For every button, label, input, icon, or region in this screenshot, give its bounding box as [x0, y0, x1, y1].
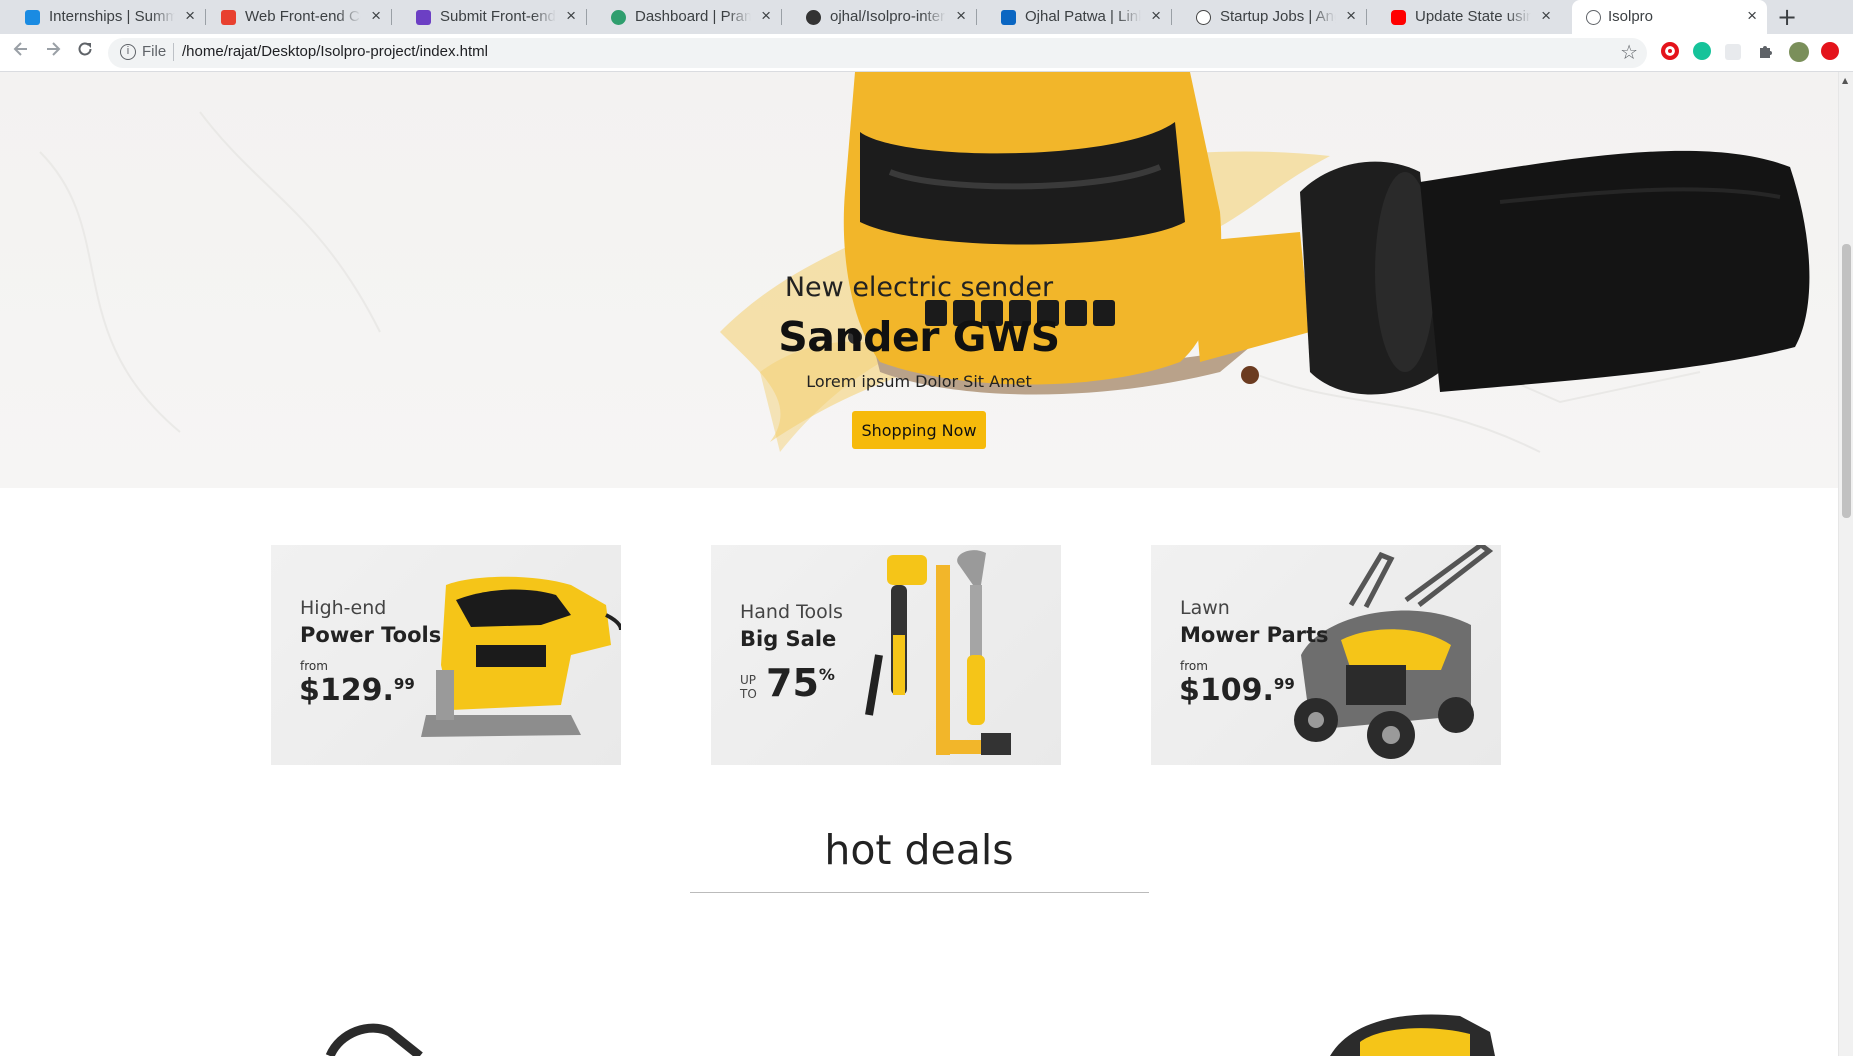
tab-close-icon[interactable]: ×: [371, 6, 381, 26]
tab-favicon-icon: [1391, 10, 1406, 25]
promo-price: $109.99: [1179, 673, 1295, 708]
url-scheme-label: File: [142, 43, 167, 60]
tab-favicon-icon: [611, 10, 626, 25]
promo-price-main: $109.: [1179, 673, 1274, 708]
scroll-up-arrow-icon[interactable]: ▲: [1842, 76, 1848, 85]
tab-favicon-icon: [416, 10, 431, 25]
promo-price-cents: 99: [1273, 675, 1295, 693]
extension-placeholder-icon[interactable]: [1725, 44, 1741, 60]
hero-description: Lorem ipsum Dolor Sit Amet: [806, 372, 1032, 391]
promo-bold-text: Big Sale: [740, 627, 837, 651]
promo-bold-text: Mower Parts: [1180, 623, 1329, 647]
promo-bold-text: Power Tools: [300, 623, 442, 647]
promo-price-main: $129.: [299, 673, 394, 708]
tab-close-icon[interactable]: ×: [956, 6, 966, 26]
promo-card-power-tools[interactable]: High-end Power Tools from $129.99: [271, 545, 621, 765]
info-icon[interactable]: i: [120, 44, 136, 60]
scrollbar-thumb[interactable]: [1842, 244, 1851, 518]
promo-light-text: High-end: [300, 597, 387, 619]
tab-favicon-icon: [1001, 10, 1016, 25]
tab-title: Update State using: [1415, 8, 1531, 25]
tab-title: Isolpro: [1608, 8, 1737, 25]
promo-price-cents: 99: [393, 675, 415, 693]
tab-close-icon[interactable]: ×: [1747, 6, 1757, 26]
tab-title: Submit Front-end C: [440, 8, 556, 25]
tab-youtube[interactable]: Update State using ×: [1366, 0, 1561, 34]
section-divider: [690, 892, 1149, 893]
tab-pramp-dashboard[interactable]: Dashboard | Pramp ×: [586, 0, 782, 34]
address-bar[interactable]: i File /home/rajat/Desktop/Isolpro-proje…: [108, 38, 1647, 68]
promo-light-text: Lawn: [1180, 597, 1230, 619]
url-text[interactable]: /home/rajat/Desktop/Isolpro-project/inde…: [182, 43, 488, 60]
hero-title: Sander GWS: [778, 313, 1060, 361]
globe-icon: [1586, 10, 1601, 25]
tab-internships[interactable]: Internships | Summ ×: [0, 0, 206, 34]
tab-title: ojhal/Isolpro-interr: [830, 8, 946, 25]
tab-title: Dashboard | Pramp: [635, 8, 751, 25]
tab-title: Startup Jobs | Ang: [1220, 8, 1336, 25]
promo-up-text: UP: [740, 673, 757, 687]
tab-submit-frontend[interactable]: Submit Front-end C ×: [391, 0, 587, 34]
tab-close-icon[interactable]: ×: [1541, 6, 1551, 26]
tab-title: Internships | Summ: [49, 8, 175, 25]
page-viewport: New electric sender Sander GWS Lorem ips…: [0, 72, 1838, 1056]
tab-startup-jobs[interactable]: Startup Jobs | Ang ×: [1171, 0, 1367, 34]
tab-close-icon[interactable]: ×: [566, 6, 576, 26]
promo-percent-sign: %: [818, 665, 835, 684]
promo-to-text: TO: [740, 687, 757, 701]
page-scrollbar[interactable]: ▲: [1838, 72, 1853, 1056]
hero-subtitle: New electric sender: [784, 272, 1054, 303]
promo-percent-value: 75: [766, 661, 819, 705]
promo-from-label: from: [300, 659, 328, 673]
promo-from-label: from: [1180, 659, 1208, 673]
back-arrow-icon[interactable]: [12, 40, 30, 63]
tab-close-icon[interactable]: ×: [185, 6, 195, 26]
tab-github-repo[interactable]: ojhal/Isolpro-interr ×: [781, 0, 977, 34]
update-notice-icon[interactable]: [1821, 42, 1839, 60]
shopping-now-button[interactable]: Shopping Now: [852, 411, 986, 449]
tab-favicon-icon: [25, 10, 40, 25]
product-image-partial-right: [1330, 1014, 1495, 1056]
forward-arrow-icon[interactable]: [44, 40, 62, 63]
tab-title: Web Front-end Coc: [245, 8, 361, 25]
tab-close-icon[interactable]: ×: [1346, 6, 1356, 26]
lawn-mower-image: [1294, 545, 1494, 759]
grammarly-extension-icon[interactable]: [1693, 42, 1711, 60]
promo-up-to-label: UP TO: [740, 673, 760, 701]
promo-percent: 75%: [766, 661, 835, 705]
tab-isolpro-active[interactable]: Isolpro ×: [1572, 0, 1767, 34]
address-divider: [173, 43, 174, 61]
hot-deals-title: hot deals: [824, 826, 1014, 874]
tab-favicon-icon: [806, 10, 821, 25]
bookmark-star-icon[interactable]: ☆: [1620, 40, 1638, 64]
browser-toolbar: i File /home/rajat/Desktop/Isolpro-proje…: [0, 34, 1853, 72]
tab-favicon-icon: [1196, 10, 1211, 25]
promo-light-text: Hand Tools: [740, 601, 843, 623]
promo-card-hand-tools[interactable]: Hand Tools Big Sale UP TO 75%: [711, 545, 1061, 765]
tab-close-icon[interactable]: ×: [1151, 6, 1161, 26]
profile-avatar[interactable]: [1789, 42, 1809, 62]
promo-price: $129.99: [299, 673, 415, 708]
tab-linkedin[interactable]: Ojhal Patwa | Linke ×: [976, 0, 1172, 34]
hand-tools-image: [865, 550, 1011, 755]
tab-favicon-icon: [221, 10, 236, 25]
opera-extension-icon[interactable]: [1661, 42, 1679, 60]
hero-banner: New electric sender Sander GWS Lorem ips…: [0, 72, 1838, 488]
puzzle-extensions-icon[interactable]: [1757, 42, 1777, 62]
tab-web-frontend[interactable]: Web Front-end Coc ×: [196, 0, 392, 34]
browser-tab-strip: Internships | Summ × Web Front-end Coc ×…: [0, 0, 1853, 34]
tab-close-icon[interactable]: ×: [761, 6, 771, 26]
product-image-partial-left: [325, 1023, 423, 1056]
tab-title: Ojhal Patwa | Linke: [1025, 8, 1141, 25]
new-tab-button[interactable]: +: [1777, 3, 1797, 31]
jigsaw-image: [421, 576, 621, 737]
promo-card-mower-parts[interactable]: Lawn Mower Parts from $109.99: [1151, 545, 1501, 765]
reload-icon[interactable]: [76, 40, 94, 63]
